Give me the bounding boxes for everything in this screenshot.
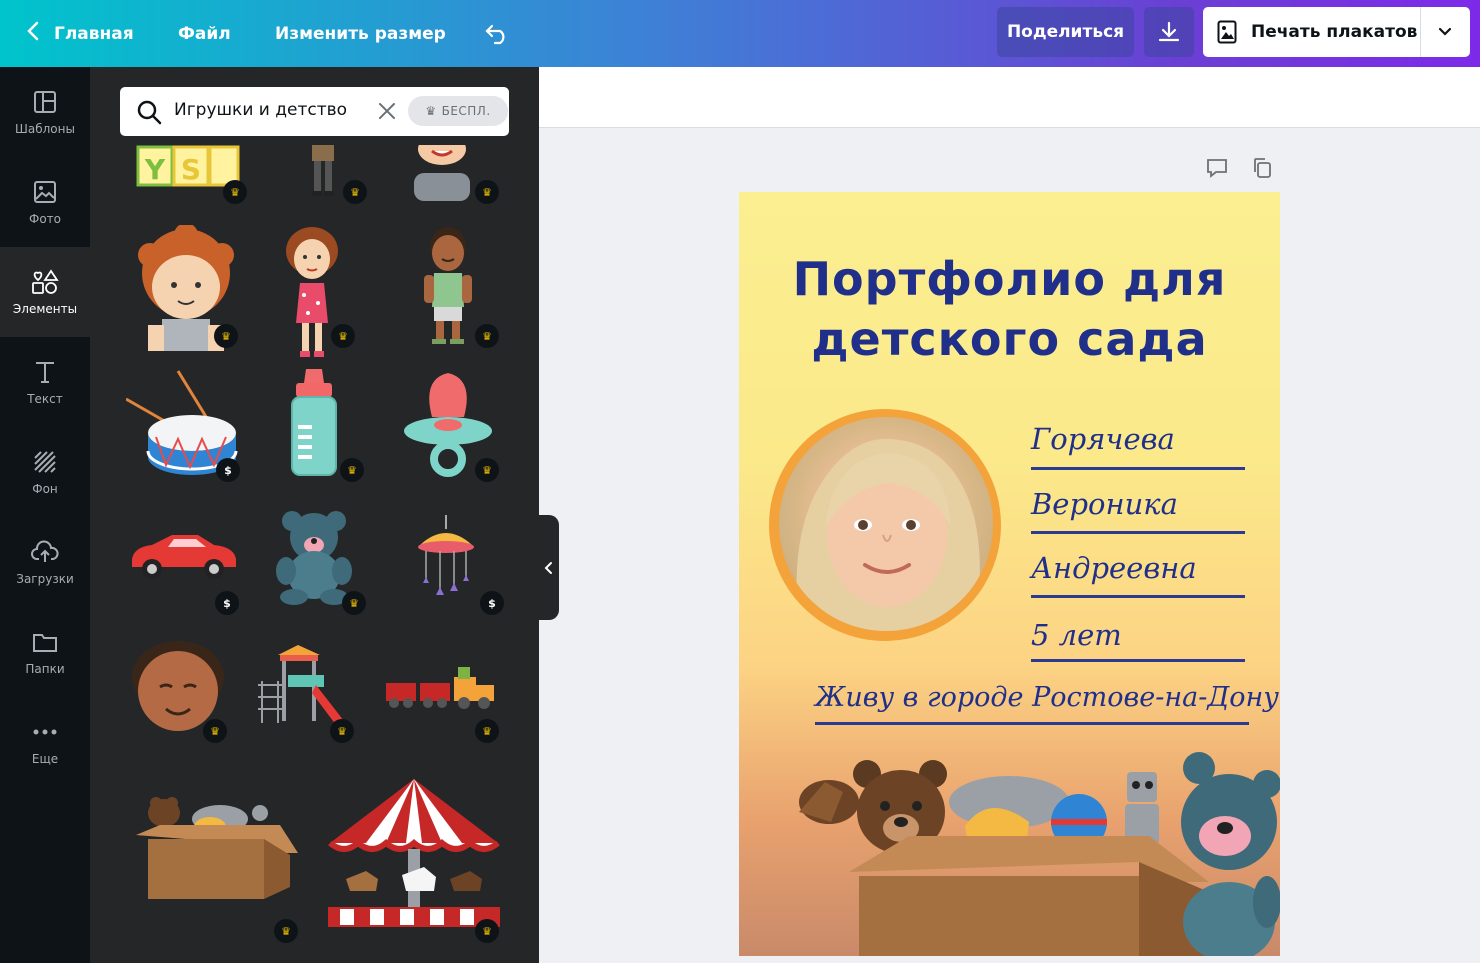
element-child-legs[interactable]	[306, 145, 340, 201]
chevron-left-icon	[26, 21, 44, 46]
undo-icon	[485, 24, 505, 44]
svg-text:Y: Y	[144, 153, 166, 186]
premium-crown-icon: ♛	[274, 919, 298, 943]
comment-icon[interactable]	[1206, 158, 1228, 182]
toy-box-illustration[interactable]	[789, 752, 1280, 956]
chevron-down-icon[interactable]	[1437, 24, 1453, 45]
sidebar-item-folders[interactable]: Папки	[0, 607, 90, 697]
top-bar: Главная Файл Изменить размер Поделиться …	[0, 0, 1480, 67]
sidebar-item-templates[interactable]: Шаблоны	[0, 67, 90, 157]
element-child-chin[interactable]	[412, 133, 472, 205]
surname-line	[1031, 467, 1245, 470]
chevron-left-icon	[544, 561, 552, 574]
search-bar: ♛ БЕСПЛ.	[120, 87, 509, 136]
duplicate-page-icon[interactable]	[1252, 157, 1272, 183]
sidebar-item-uploads[interactable]: Загрузки	[0, 517, 90, 607]
premium-crown-icon: ♛	[475, 719, 499, 743]
sidebar-item-label: Текст	[27, 392, 63, 406]
element-baby-mobile[interactable]	[416, 515, 476, 603]
templates-icon	[31, 88, 59, 116]
undo-button[interactable]	[484, 0, 510, 67]
paid-dollar-icon: $	[215, 591, 239, 615]
patronymic-text[interactable]: Андреевна	[1031, 551, 1197, 585]
patronymic-line	[1031, 595, 1245, 598]
crown-icon: ♛	[425, 104, 437, 118]
background-icon	[31, 448, 59, 476]
element-toy-car[interactable]	[128, 529, 238, 585]
clear-search-icon[interactable]	[378, 102, 396, 124]
cloud-upload-icon	[31, 538, 59, 566]
city-text[interactable]: Живу в городе Ростове-на-Дону	[815, 682, 1279, 713]
more-dots-icon	[31, 718, 59, 746]
sidebar-item-background[interactable]: Фон	[0, 427, 90, 517]
elements-panel: YS ♛ ♛ ♛ ♛ ♛ ♛ $ ♛ ♛ $ ♛ $ ♛ ♛ ♛ ♛ ♛ Игр…	[90, 67, 539, 963]
print-posters-button[interactable]: Печать плакатов	[1203, 7, 1470, 57]
home-button[interactable]: Главная	[26, 0, 134, 67]
child-photo[interactable]	[779, 417, 993, 631]
premium-crown-icon: ♛	[475, 324, 499, 348]
element-playground[interactable]	[258, 645, 352, 731]
age-text[interactable]: 5 лет	[1031, 618, 1122, 652]
premium-crown-icon: ♛	[331, 324, 355, 348]
premium-crown-icon: ♛	[342, 591, 366, 615]
sidebar-item-more[interactable]: Еще	[0, 697, 90, 787]
sidebar-item-text[interactable]: Текст	[0, 337, 90, 427]
name-text[interactable]: Вероника	[1031, 487, 1178, 521]
free-filter-label: БЕСПЛ.	[441, 104, 491, 118]
premium-crown-icon: ♛	[214, 324, 238, 348]
paid-dollar-icon: $	[216, 458, 240, 482]
name-line	[1031, 531, 1245, 534]
svg-text:S: S	[181, 153, 201, 186]
canvas-toolbar	[539, 67, 1480, 128]
premium-crown-icon: ♛	[340, 458, 364, 482]
surname-text[interactable]: Горячева	[1031, 422, 1175, 456]
poster-print-icon	[1217, 20, 1237, 44]
element-boy-green-shirt[interactable]	[420, 225, 476, 349]
age-line	[1031, 659, 1245, 662]
button-divider	[1420, 7, 1421, 57]
sidebar-item-label: Фон	[32, 482, 58, 496]
sidebar-item-label: Шаблоны	[15, 122, 75, 136]
folder-icon	[31, 628, 59, 656]
collapse-panel-button[interactable]	[539, 515, 559, 620]
photo-icon	[31, 178, 59, 206]
sidebar-item-label: Еще	[31, 752, 59, 766]
search-input[interactable]	[174, 100, 364, 120]
sidebar-item-label: Элементы	[12, 302, 78, 316]
elements-icon	[31, 268, 59, 296]
sidebar-item-photos[interactable]: Фото	[0, 157, 90, 247]
share-button[interactable]: Поделиться	[997, 7, 1134, 57]
element-carousel[interactable]	[326, 779, 502, 931]
element-baby-bottle[interactable]	[286, 368, 342, 481]
paid-dollar-icon: $	[480, 591, 504, 615]
city-line	[815, 722, 1249, 725]
sidebar-item-elements[interactable]: Элементы	[0, 247, 90, 337]
poster-title-line-2[interactable]: детского сада	[739, 312, 1280, 366]
sidebar-item-label: Загрузки	[16, 572, 74, 586]
sidebar-item-label: Фото	[28, 212, 61, 226]
file-menu[interactable]: Файл	[178, 0, 231, 67]
print-posters-label: Печать плакатов	[1251, 22, 1418, 42]
download-icon	[1158, 21, 1180, 42]
premium-crown-icon: ♛	[475, 919, 499, 943]
search-icon	[136, 99, 162, 129]
premium-crown-icon: ♛	[330, 719, 354, 743]
element-teddy-bear[interactable]	[274, 509, 354, 609]
side-rail: Шаблоны Фото Элементы Текст Фон Загрузки…	[0, 67, 90, 963]
premium-crown-icon: ♛	[223, 180, 247, 204]
poster-title-line-1[interactable]: Портфолио для	[739, 252, 1280, 306]
premium-crown-icon: ♛	[343, 180, 367, 204]
home-label: Главная	[54, 23, 134, 44]
poster-canvas[interactable]: Портфолио для детского сада Горячева Вер…	[739, 192, 1280, 956]
premium-crown-icon: ♛	[475, 180, 499, 204]
sidebar-item-label: Папки	[25, 662, 65, 676]
free-filter-badge[interactable]: ♛ БЕСПЛ.	[408, 96, 508, 126]
element-toy-train[interactable]	[386, 663, 496, 715]
download-button[interactable]	[1144, 7, 1194, 57]
premium-crown-icon: ♛	[475, 458, 499, 482]
text-icon	[31, 358, 59, 386]
resize-button[interactable]: Изменить размер	[275, 0, 446, 67]
element-toy-box[interactable]	[130, 795, 300, 911]
premium-crown-icon: ♛	[203, 719, 227, 743]
